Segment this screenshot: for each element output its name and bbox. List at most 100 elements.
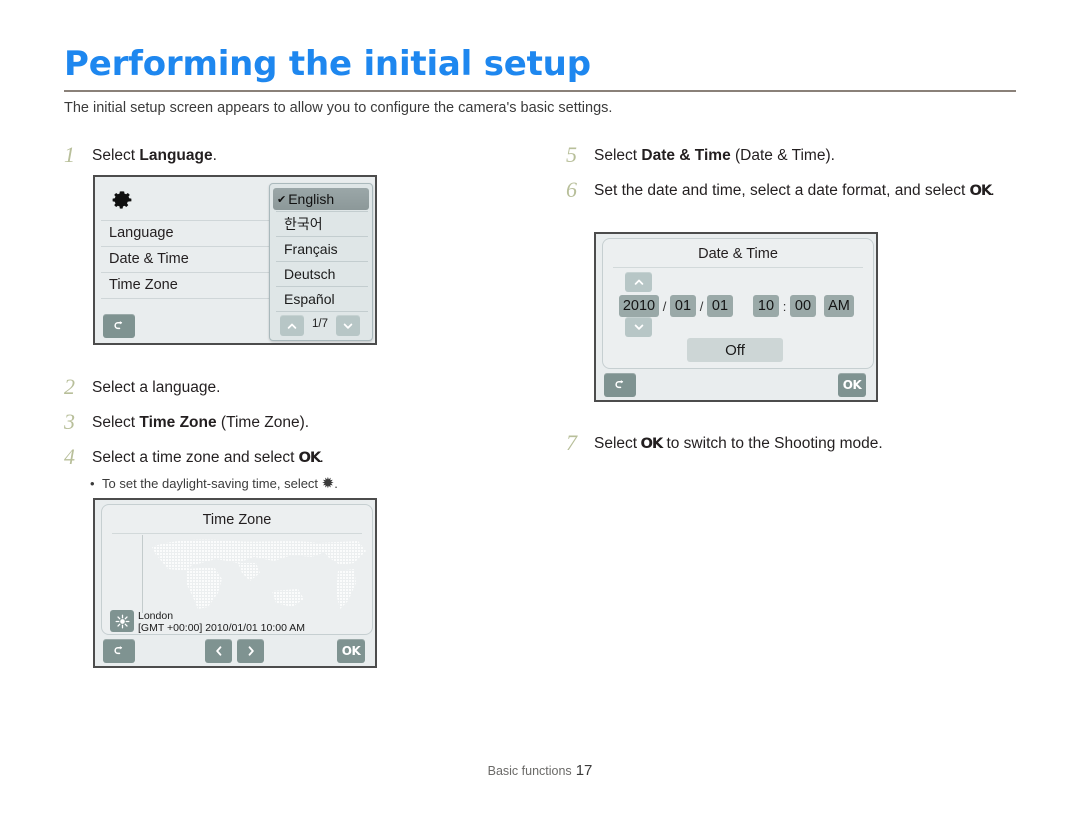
ok-button[interactable]: OK — [838, 373, 866, 397]
language-option-4[interactable]: Español — [273, 288, 369, 310]
step-7-pre: Select — [594, 435, 642, 452]
daylight-saving-button[interactable] — [110, 610, 134, 632]
daylight-saving-icon: ✹ — [321, 474, 335, 492]
step-4-bullet: • To set the daylight-saving time, select… — [90, 474, 504, 493]
step-5-post: (Date & Time). — [730, 147, 835, 164]
step-1-post: . — [212, 147, 217, 164]
time-separator: : — [782, 299, 787, 314]
step-5: 5 Select Date & Time (Date & Time). — [566, 142, 1026, 167]
page-down-button[interactable] — [336, 315, 360, 336]
step-4: 4 Select a time zone and select OK. • To … — [64, 444, 504, 493]
back-button[interactable] — [604, 373, 636, 397]
footer-section: Basic functions — [487, 764, 572, 778]
language-option-0[interactable]: ✔ English — [273, 188, 369, 210]
step-1-bold: Language — [139, 147, 213, 164]
previous-timezone-button[interactable] — [205, 639, 232, 663]
gear-icon — [109, 187, 135, 213]
chevron-up-icon — [634, 279, 643, 285]
bullet-dot: • — [90, 476, 95, 491]
datetime-title-rule — [613, 267, 863, 268]
step-2-text: Select a language. — [92, 379, 221, 396]
meridiem-field[interactable]: AM — [824, 295, 854, 317]
step-7: 7 Select OK to switch to the Shooting mo… — [566, 430, 1026, 455]
step-3: 3 Select Time Zone (Time Zone). — [64, 409, 494, 434]
chevron-down-icon — [634, 324, 643, 330]
step-6-pre: Set the date and time, select a date for… — [594, 182, 970, 199]
page-title: Performing the initial setup — [64, 44, 591, 84]
timezone-screen-inner: Time Zone London [GMT +00:00] 2010/01/01… — [95, 500, 375, 666]
chevron-up-icon — [287, 323, 297, 329]
value-increment-button[interactable] — [625, 272, 652, 292]
menu-item-time-zone[interactable]: Time Zone — [109, 277, 178, 293]
sun-icon — [115, 614, 129, 628]
chevron-down-icon — [343, 323, 353, 329]
title-divider — [64, 90, 1016, 92]
page-indicator: 1/7 — [312, 318, 328, 330]
timezone-setup-screen: Time Zone London [GMT +00:00] 2010/01/01… — [93, 498, 377, 668]
step-5-number: 5 — [566, 142, 577, 167]
step-1-number: 1 — [64, 142, 75, 167]
value-decrement-button[interactable] — [625, 317, 652, 337]
step-4-text: Select a time zone and select OK. — [92, 447, 504, 469]
minute-field[interactable]: 00 — [790, 295, 816, 317]
step-2-number: 2 — [64, 374, 75, 399]
intro-paragraph: The initial setup screen appears to allo… — [64, 100, 613, 116]
step-2: 2 Select a language. — [64, 374, 494, 399]
page-footer: Basic functions 17 — [0, 762, 1080, 779]
lang-divider-4 — [276, 311, 368, 312]
step-3-bold: Time Zone — [139, 414, 217, 431]
language-option-3[interactable]: Deutsch — [273, 263, 369, 285]
language-option-1[interactable]: 한국어 — [273, 213, 369, 235]
lang-divider-2 — [276, 261, 368, 262]
datetime-title: Date & Time — [698, 246, 778, 262]
language-option-4-label: Español — [284, 291, 335, 307]
datetime-screen-inner: Date & Time 2010 / 01 / 01 10 : 00 AM Of… — [596, 234, 876, 400]
step-4-bullet-pre: To set the daylight-saving time, select — [102, 476, 322, 491]
step-3-text: Select Time Zone (Time Zone). — [92, 412, 494, 434]
step-4-bullet-post: . — [334, 476, 338, 491]
timezone-gmt: [GMT +00:00] 2010/01/01 10:00 AM — [138, 622, 306, 634]
day-field[interactable]: 01 — [707, 295, 733, 317]
step-5-pre: Select — [594, 147, 642, 164]
step-1: 1 Select Language. — [64, 142, 484, 167]
lang-divider-1 — [276, 236, 368, 237]
page-up-button[interactable] — [280, 315, 304, 336]
year-field[interactable]: 2010 — [619, 295, 659, 317]
manual-page: Performing the initial setup The initial… — [0, 0, 1080, 815]
back-button[interactable] — [103, 314, 135, 338]
timezone-city: London — [138, 610, 174, 622]
step-7-number: 7 — [566, 430, 577, 455]
ok-glyph: OK — [969, 183, 992, 199]
date-separator-1: / — [662, 299, 667, 314]
month-field[interactable]: 01 — [670, 295, 696, 317]
world-map-svg — [152, 539, 366, 609]
language-dropdown-panel: ✔ English 한국어 Français Deutsch Español 1… — [269, 183, 373, 341]
step-7-post: to switch to the Shooting mode. — [662, 435, 883, 452]
language-option-2[interactable]: Français — [273, 238, 369, 260]
step-7-text: Select OK to switch to the Shooting mode… — [594, 433, 1026, 455]
next-timezone-button[interactable] — [237, 639, 264, 663]
timezone-marker-line — [142, 535, 143, 613]
date-format-button[interactable]: Off — [687, 338, 783, 362]
ok-button[interactable]: OK — [337, 639, 365, 663]
back-arrow-icon — [614, 379, 623, 388]
step-4-number: 4 — [64, 444, 75, 469]
checkmark-icon: ✔ — [277, 192, 287, 206]
language-option-1-label: 한국어 — [284, 216, 323, 232]
language-screen-inner: Language Date & Time Time Zone ✔English — [95, 177, 375, 343]
datetime-setup-screen: Date & Time 2010 / 01 / 01 10 : 00 AM Of… — [594, 232, 878, 402]
menu-item-language[interactable]: Language — [109, 225, 174, 241]
datetime-body: Date & Time 2010 / 01 / 01 10 : 00 AM Of… — [602, 238, 874, 369]
step-5-bold: Date & Time — [641, 147, 731, 164]
hour-field[interactable]: 10 — [753, 295, 779, 317]
date-separator-2: / — [699, 299, 704, 314]
language-option-3-label: Deutsch — [284, 266, 336, 282]
step-6-text: Set the date and time, select a date for… — [594, 180, 1016, 202]
menu-item-date-time[interactable]: Date & Time — [109, 251, 189, 267]
ok-glyph: OK — [640, 436, 664, 452]
chevron-right-icon — [248, 646, 254, 656]
back-button[interactable] — [103, 639, 135, 663]
ok-glyph: OK — [298, 450, 321, 466]
step-3-number: 3 — [64, 409, 75, 434]
language-option-0-label: English — [288, 191, 335, 207]
